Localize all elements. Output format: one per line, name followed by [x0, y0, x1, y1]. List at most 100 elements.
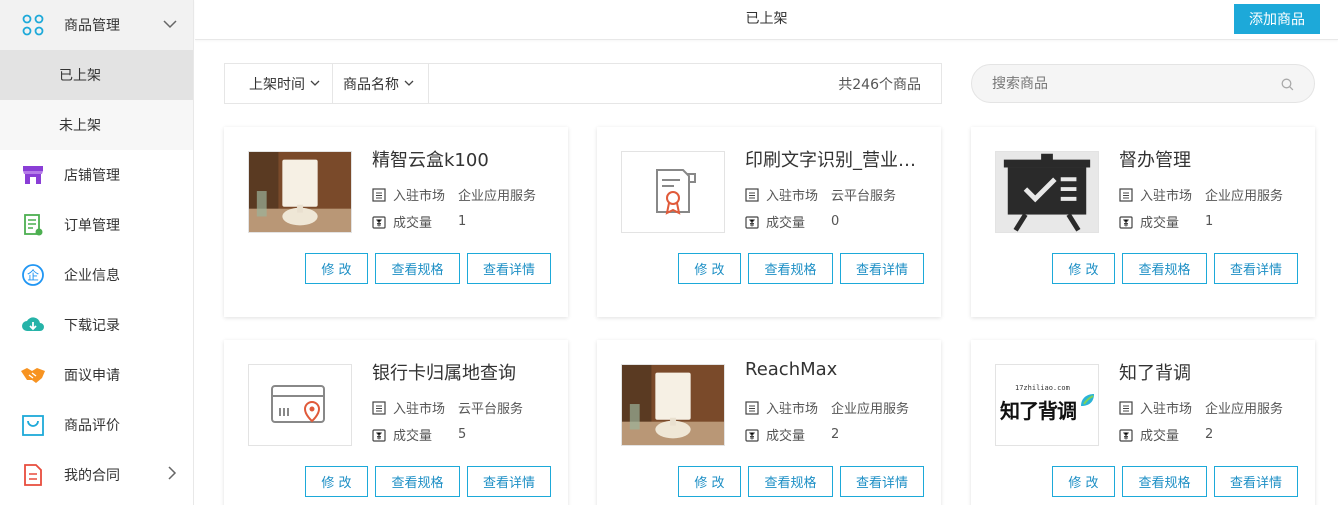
product-card: 精智云盒k100 入驻市场 企业应用服务 成交量 1 修 改 查看规格 查看详情: [224, 127, 568, 317]
edit-button[interactable]: 修 改: [1052, 253, 1115, 284]
view-spec-button[interactable]: 查看规格: [748, 253, 833, 284]
transaction-icon: [372, 215, 386, 229]
volume-value: 1: [458, 214, 467, 229]
market-value: 云平台服务: [458, 402, 524, 417]
view-detail-button[interactable]: 查看详情: [467, 253, 551, 284]
product-volume: 成交量 2: [1119, 425, 1213, 444]
logo-text: 知了背调: [1000, 399, 1077, 423]
bank-card-image: [248, 364, 352, 446]
sidebar-item-product-management[interactable]: 商品管理: [0, 0, 193, 50]
transaction-icon: [372, 428, 386, 442]
svg-text:企: 企: [27, 268, 39, 283]
view-detail-button[interactable]: 查看详情: [840, 253, 924, 284]
edit-button[interactable]: 修 改: [1052, 466, 1115, 497]
product-count: 共246个商品: [838, 76, 921, 93]
volume-value: 2: [831, 427, 840, 442]
filter-label: 商品名称: [343, 76, 399, 93]
sidebar-item-download-records[interactable]: 下载记录: [0, 300, 193, 350]
search-input[interactable]: [992, 65, 1272, 102]
sidebar-item-product-reviews[interactable]: 商品评价: [0, 400, 193, 450]
product-market: 入驻市场 企业应用服务: [745, 398, 909, 417]
product-name: ReachMax: [745, 359, 838, 380]
market-value: 企业应用服务: [831, 402, 910, 417]
chevron-down-icon: [163, 17, 177, 33]
product-volume: 成交量 1: [1119, 212, 1213, 231]
market-value: 企业应用服务: [458, 189, 537, 204]
market-label: 入驻市场: [1140, 402, 1193, 417]
view-detail-button[interactable]: 查看详情: [1214, 253, 1298, 284]
leaf-icon: [1081, 394, 1094, 406]
sidebar-item-enterprise-info[interactable]: 企 企业信息: [0, 250, 193, 300]
sidebar-subitem-label: 未上架: [59, 118, 101, 134]
contract-icon: [20, 462, 46, 488]
edit-button[interactable]: 修 改: [678, 466, 741, 497]
sidebar-item-label: 店铺管理: [64, 168, 120, 184]
volume-label: 成交量: [1140, 216, 1180, 231]
product-market: 入驻市场 企业应用服务: [372, 185, 536, 204]
market-label: 入驻市场: [393, 189, 446, 204]
search-icon[interactable]: [1281, 78, 1294, 91]
product-name: 知了背调: [1119, 363, 1191, 384]
edit-button[interactable]: 修 改: [678, 253, 741, 284]
order-icon: [20, 212, 46, 238]
search-box: [971, 64, 1315, 103]
market-label: 入驻市场: [766, 189, 819, 204]
presentation-board-image: [995, 151, 1099, 233]
list-icon: [372, 187, 386, 202]
list-icon: [745, 187, 759, 202]
view-detail-button[interactable]: 查看详情: [467, 466, 551, 497]
cloud-download-icon: [20, 312, 46, 338]
list-icon: [1119, 187, 1133, 202]
product-card: 印刷文字识别_营业执照识别 入驻市场 云平台服务 成交量 0 修 改 查看规格 …: [597, 127, 941, 317]
chevron-right-icon: [167, 466, 177, 484]
chevron-down-icon: [310, 80, 320, 86]
view-detail-button[interactable]: 查看详情: [1214, 466, 1298, 497]
filter-listing-time[interactable]: 上架时间: [225, 64, 333, 103]
filter-product-name[interactable]: 商品名称: [333, 64, 429, 103]
add-product-button[interactable]: 添加商品: [1234, 4, 1320, 34]
product-market: 入驻市场 云平台服务: [745, 185, 896, 204]
product-volume: 成交量 2: [745, 425, 839, 444]
product-name: 精智云盒k100: [372, 150, 489, 171]
sidebar-item-store-management[interactable]: 店铺管理: [0, 150, 193, 200]
sidebar-item-label: 我的合同: [64, 468, 120, 484]
sidebar-subitem-listed[interactable]: 已上架: [0, 50, 193, 100]
filter-bar: 上架时间 商品名称 共246个商品: [224, 63, 942, 104]
view-spec-button[interactable]: 查看规格: [375, 253, 460, 284]
view-spec-button[interactable]: 查看规格: [1122, 253, 1207, 284]
sidebar-subitem-unlisted[interactable]: 未上架: [0, 100, 193, 150]
volume-label: 成交量: [766, 429, 806, 444]
transaction-icon: [1119, 428, 1133, 442]
view-spec-button[interactable]: 查看规格: [748, 466, 833, 497]
view-detail-button[interactable]: 查看详情: [840, 466, 924, 497]
sidebar-item-label: 订单管理: [64, 218, 120, 234]
sidebar: 商品管理 已上架 未上架 店铺管理 订单管理 企 企业信息 下载记录 面议申请 …: [0, 0, 194, 505]
logo-domain: 17zhiliao.com: [1015, 384, 1070, 392]
sidebar-item-my-contracts[interactable]: 我的合同: [0, 450, 193, 500]
sidebar-item-label: 下载记录: [64, 318, 120, 334]
lamp-image: [248, 151, 352, 233]
product-card: 银行卡归属地查询 入驻市场 云平台服务 成交量 5 修 改 查看规格 查看详情: [224, 340, 568, 505]
volume-label: 成交量: [1140, 429, 1180, 444]
lamp-image: [621, 364, 725, 446]
filter-label: 上架时间: [249, 76, 305, 93]
view-spec-button[interactable]: 查看规格: [1122, 466, 1207, 497]
sidebar-item-order-management[interactable]: 订单管理: [0, 200, 193, 250]
page-title: 已上架: [745, 11, 788, 27]
sidebar-item-label: 面议申请: [64, 368, 120, 384]
bag-icon: [20, 412, 46, 438]
view-spec-button[interactable]: 查看规格: [375, 466, 460, 497]
transaction-icon: [1119, 215, 1133, 229]
transaction-icon: [745, 428, 759, 442]
product-name: 督办管理: [1119, 150, 1191, 171]
edit-button[interactable]: 修 改: [305, 253, 368, 284]
sidebar-item-label: 商品评价: [64, 418, 120, 434]
product-card: 督办管理 入驻市场 企业应用服务 成交量 1 修 改 查看规格 查看详情: [971, 127, 1315, 317]
sidebar-item-label: 企业信息: [64, 268, 120, 284]
sidebar-item-negotiation[interactable]: 面议申请: [0, 350, 193, 400]
top-header: 已上架 添加商品: [195, 0, 1338, 40]
enterprise-icon: 企: [20, 262, 46, 288]
list-icon: [745, 400, 759, 415]
volume-value: 1: [1205, 214, 1214, 229]
edit-button[interactable]: 修 改: [305, 466, 368, 497]
